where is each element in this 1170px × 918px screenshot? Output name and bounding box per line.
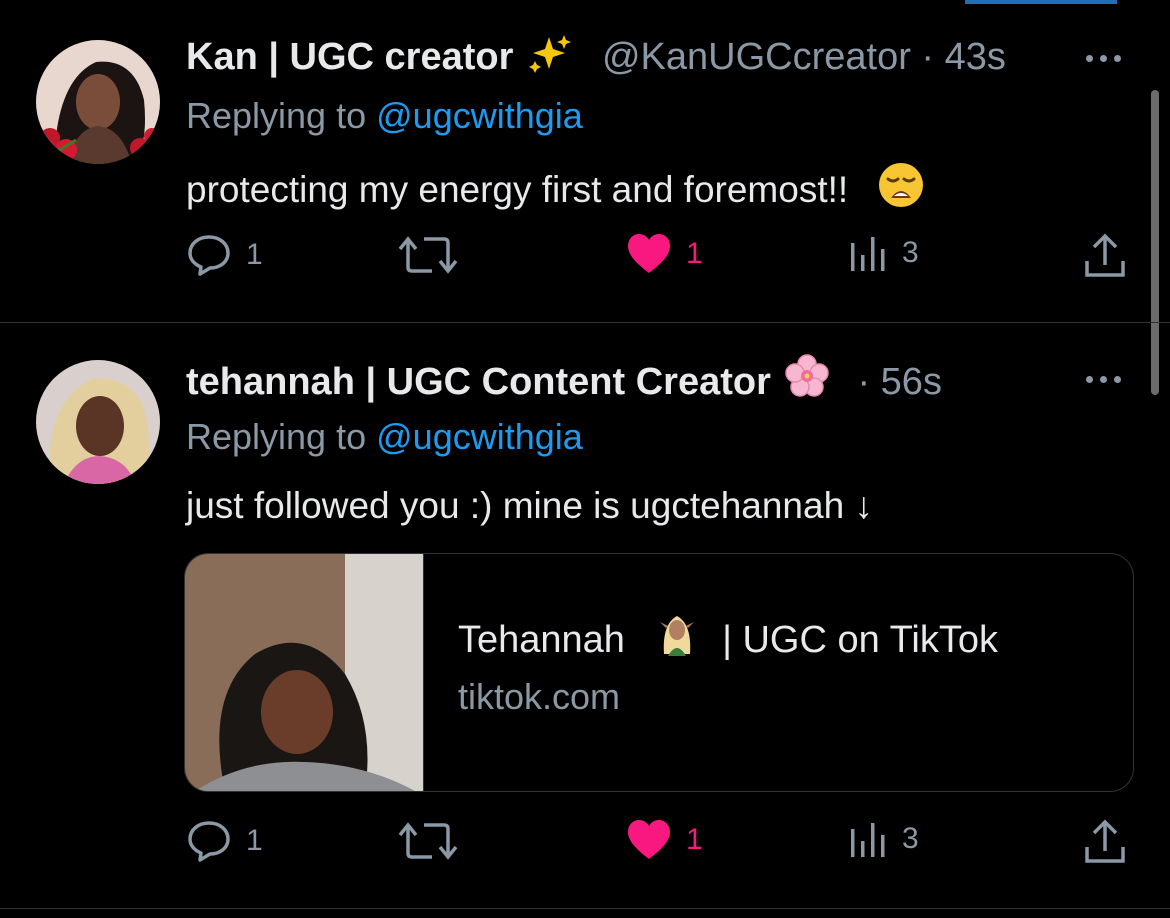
timestamp[interactable]: 43s <box>945 36 1006 78</box>
tweet-text: protecting my energy first and foremost!… <box>186 162 924 219</box>
reply-button[interactable]: 1 <box>186 233 263 277</box>
views-count: 3 <box>902 822 919 855</box>
retweet-icon <box>398 236 458 274</box>
separator: · <box>857 361 871 403</box>
views-count: 3 <box>902 236 919 269</box>
avatar[interactable] <box>36 360 160 484</box>
reply-mention-link[interactable]: @ugcwithgia <box>376 416 583 457</box>
reply-count: 1 <box>246 238 263 271</box>
reply-icon <box>188 235 230 276</box>
heart-icon <box>628 820 670 859</box>
like-button[interactable]: 1 <box>626 819 703 861</box>
card-thumbnail <box>185 554 424 791</box>
timestamp[interactable]: 56s <box>881 361 942 403</box>
tweet-text-content: just followed you :) mine is ugctehannah… <box>186 485 873 526</box>
action-bar: 1 1 3 <box>186 233 1136 283</box>
share-button[interactable] <box>1083 233 1127 279</box>
action-bar: 1 1 3 <box>186 819 1136 869</box>
cherry-blossom-icon <box>785 354 829 409</box>
reply-button[interactable]: 1 <box>186 819 263 863</box>
tweet-header: Kan | UGC creator @KanUGCcreator · 43s <box>186 33 1006 84</box>
more-options-icon[interactable] <box>1086 369 1136 389</box>
share-button[interactable] <box>1083 819 1127 865</box>
separator: · <box>921 36 935 78</box>
reply-count: 1 <box>246 824 263 857</box>
card-domain: tiktok.com <box>458 676 621 717</box>
tweet-tehannah[interactable]: tehannah | UGC Content Creator · 56s Rep… <box>0 323 1150 908</box>
tweet-divider <box>0 908 1170 909</box>
scrollbar[interactable] <box>1151 90 1159 395</box>
display-name[interactable]: Kan | UGC creator <box>186 36 513 78</box>
views-icon <box>851 237 885 271</box>
reply-icon <box>188 821 230 862</box>
handle[interactable]: @KanUGCcreator <box>602 36 911 78</box>
like-count: 1 <box>686 823 703 856</box>
share-icon <box>1085 233 1125 277</box>
retweet-icon <box>398 822 458 860</box>
retweet-button[interactable] <box>398 233 472 277</box>
like-count: 1 <box>686 237 703 270</box>
replying-to: Replying to @ugcwithgia <box>186 94 583 138</box>
like-button[interactable]: 1 <box>626 233 703 275</box>
retweet-button[interactable] <box>398 819 472 863</box>
replying-prefix: Replying to <box>186 416 367 457</box>
replying-to: Replying to @ugcwithgia <box>186 415 583 459</box>
views-button[interactable]: 3 <box>848 233 919 273</box>
elf-icon <box>652 610 702 666</box>
display-name[interactable]: tehannah | UGC Content Creator <box>186 361 771 403</box>
views-icon <box>851 823 885 857</box>
card-title-rest: | UGC on TikTok <box>722 619 999 661</box>
heart-icon <box>628 234 670 273</box>
card-title-name: Tehannah <box>458 619 625 661</box>
tweet-text-content: protecting my energy first and foremost!… <box>186 169 849 210</box>
card-title: Tehannah | UGC on TikTok <box>458 610 998 666</box>
tweet-header: tehannah | UGC Content Creator · 56s <box>186 354 942 409</box>
tweet-text: just followed you :) mine is ugctehannah… <box>186 483 873 529</box>
sparkles-icon <box>527 33 573 84</box>
share-icon <box>1085 819 1125 863</box>
link-preview-card[interactable]: Tehannah | UGC on TikTok tiktok.com <box>184 553 1134 792</box>
replying-prefix: Replying to <box>186 95 367 136</box>
more-options-icon[interactable] <box>1086 48 1136 68</box>
views-button[interactable]: 3 <box>848 819 919 859</box>
tweet-kan[interactable]: Kan | UGC creator @KanUGCcreator · 43s R… <box>0 0 1150 322</box>
avatar[interactable] <box>36 40 160 164</box>
weary-face-icon <box>878 162 924 219</box>
reply-mention-link[interactable]: @ugcwithgia <box>376 95 583 136</box>
